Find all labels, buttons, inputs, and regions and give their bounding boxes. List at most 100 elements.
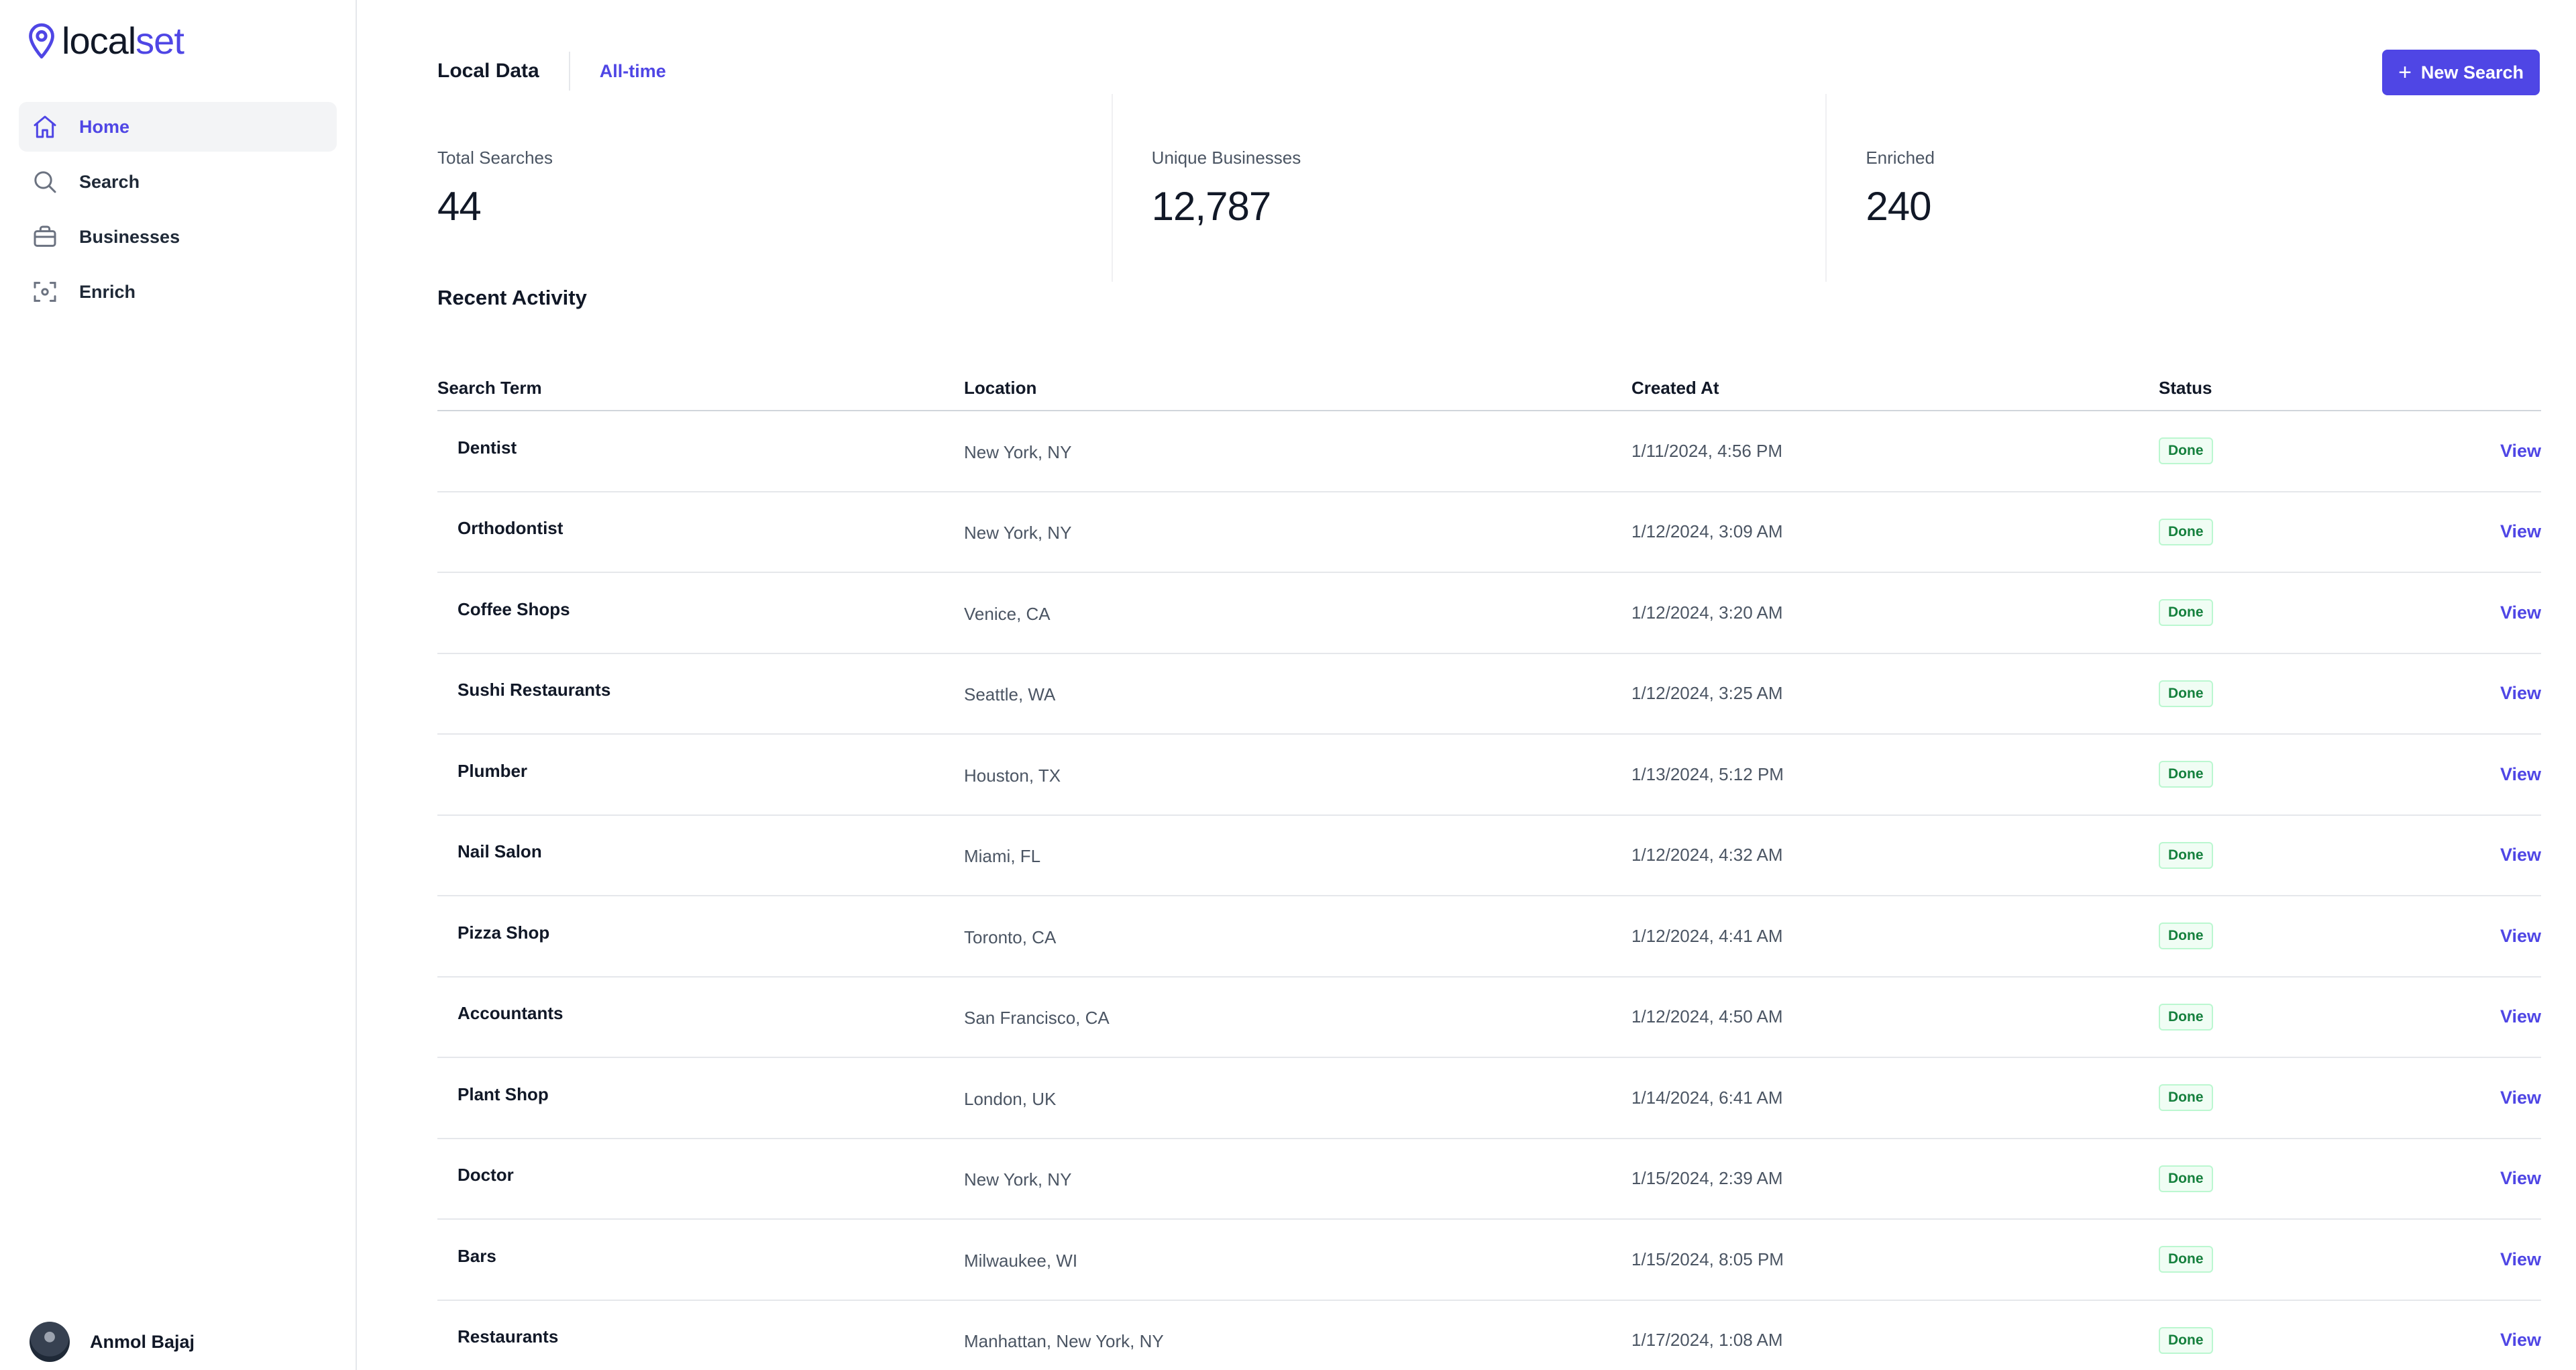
table-row[interactable]: Orthodontist New York, NY 1/12/2024, 3:09 …: [437, 492, 2541, 573]
table-row[interactable]: Plant Shop London, UK 1/14/2024, 6:41 AM Do…: [437, 1057, 2541, 1139]
view-link[interactable]: View: [2500, 441, 2541, 461]
cell-search-term: Plant Shop: [458, 1084, 549, 1104]
view-link[interactable]: View: [2500, 1088, 2541, 1108]
stat-value: 44: [437, 184, 482, 229]
cell-action: View: [2360, 977, 2541, 1058]
cell-status: Done: [2159, 1219, 2360, 1300]
sidebar: localset Home Search Businesses Enrich A…: [0, 0, 357, 1370]
cell-status: Done: [2159, 977, 2360, 1058]
cell-location: Miami, FL: [964, 846, 1041, 867]
sidebar-item-search[interactable]: Search: [19, 157, 337, 207]
cell-action: View: [2360, 815, 2541, 896]
cell-search-term: Sushi Restaurants: [458, 680, 611, 700]
column-header-created-at[interactable]: Created At: [1631, 366, 2159, 411]
cell-created-at: 1/12/2024, 3:09 AM: [1631, 521, 1783, 542]
table-row[interactable]: Nail Salon Miami, FL 1/12/2024, 4:32 AM Don…: [437, 815, 2541, 896]
cell-status: Done: [2159, 653, 2360, 735]
cell-location: Milwaukee, WI: [964, 1250, 1078, 1271]
page-title: Local Data: [437, 52, 570, 91]
brand-name-part2: set: [136, 19, 184, 62]
avatar: [30, 1322, 70, 1362]
table-row[interactable]: Doctor New York, NY 1/15/2024, 2:39 AM Done…: [437, 1139, 2541, 1220]
cell-search-term: Dentist: [458, 437, 517, 458]
cell-location: New York, NY: [964, 441, 1072, 462]
time-range-selector[interactable]: All-time: [600, 61, 666, 82]
sidebar-item-label: Businesses: [79, 226, 180, 247]
table-row[interactable]: Sushi Restaurants Seattle, WA 1/12/2024, 3…: [437, 653, 2541, 735]
cell-search-term: Plumber: [458, 760, 528, 781]
header: Local Data All-time + New Search: [437, 44, 2540, 98]
stat-label: Enriched: [1866, 148, 1935, 168]
logo[interactable]: localset: [27, 20, 337, 62]
view-link[interactable]: View: [2500, 1330, 2541, 1350]
new-search-label: New Search: [2420, 62, 2524, 83]
sidebar-item-enrich[interactable]: Enrich: [19, 267, 337, 317]
status-badge: Done: [2159, 599, 2213, 627]
cell-action: View: [2360, 734, 2541, 815]
cell-location: New York, NY: [964, 1169, 1072, 1190]
view-link[interactable]: View: [2500, 1006, 2541, 1026]
cell-status: Done: [2159, 815, 2360, 896]
status-badge: Done: [2159, 1165, 2213, 1192]
view-link[interactable]: View: [2500, 845, 2541, 865]
cell-search-term: Doctor: [458, 1165, 514, 1185]
column-header-status[interactable]: Status: [2159, 366, 2360, 411]
cell-status: Done: [2159, 411, 2360, 492]
cell-search-term: Accountants: [458, 1003, 564, 1024]
cell-created-at: 1/12/2024, 4:32 AM: [1631, 845, 1783, 865]
cell-location: London, UK: [964, 1088, 1057, 1109]
column-header-search-term[interactable]: Search Term: [437, 366, 964, 411]
column-header-location[interactable]: Location: [964, 366, 1631, 411]
user-profile[interactable]: Anmol Bajaj: [30, 1320, 195, 1363]
cell-search-term: Pizza Shop: [458, 922, 550, 943]
table-row[interactable]: Dentist New York, NY 1/11/2024, 4:56 PM Don…: [437, 411, 2541, 492]
briefcase-icon: [31, 223, 59, 251]
sidebar-item-home[interactable]: Home: [19, 102, 337, 152]
stat-value: 12,787: [1151, 184, 1272, 229]
table-row[interactable]: Pizza Shop Toronto, CA 1/12/2024, 4:41 AM D…: [437, 896, 2541, 977]
cell-created-at: 1/12/2024, 4:41 AM: [1631, 925, 1783, 946]
view-link[interactable]: View: [2500, 1168, 2541, 1188]
table-row[interactable]: Bars Milwaukee, WI 1/15/2024, 8:05 PM Done V…: [437, 1219, 2541, 1300]
cell-status: Done: [2159, 572, 2360, 653]
cell-action: View: [2360, 492, 2541, 573]
view-link[interactable]: View: [2500, 764, 2541, 784]
new-search-button[interactable]: + New Search: [2382, 50, 2540, 95]
cell-location: Venice, CA: [964, 603, 1051, 624]
cell-status: Done: [2159, 1139, 2360, 1220]
cell-location: Houston, TX: [964, 765, 1061, 786]
sidebar-item-label: Home: [79, 116, 130, 137]
view-link[interactable]: View: [2500, 602, 2541, 623]
cell-action: View: [2360, 572, 2541, 653]
status-badge: Done: [2159, 1246, 2213, 1273]
view-link[interactable]: View: [2500, 521, 2541, 541]
cell-created-at: 1/14/2024, 6:41 AM: [1631, 1087, 1783, 1108]
status-badge: Done: [2159, 761, 2213, 788]
table-row[interactable]: Coffee Shops Venice, CA 1/12/2024, 3:20 AM…: [437, 572, 2541, 653]
cell-action: View: [2360, 1057, 2541, 1139]
cell-action: View: [2360, 1300, 2541, 1370]
cell-created-at: 1/11/2024, 4:56 PM: [1631, 440, 1783, 461]
sidebar-item-label: Search: [79, 171, 140, 192]
cell-location: New York, NY: [964, 523, 1072, 543]
cell-action: View: [2360, 1219, 2541, 1300]
cell-search-term: Restaurants: [458, 1326, 559, 1347]
view-link[interactable]: View: [2500, 926, 2541, 946]
view-link[interactable]: View: [2500, 1249, 2541, 1269]
map-pin-icon: [29, 23, 54, 59]
sidebar-item-businesses[interactable]: Businesses: [19, 212, 337, 262]
sidebar-item-label: Enrich: [79, 281, 136, 302]
table-row[interactable]: Plumber Houston, TX 1/13/2024, 5:12 PM Done…: [437, 734, 2541, 815]
cell-status: Done: [2159, 492, 2360, 573]
table-row[interactable]: Restaurants Manhattan, New York, NY 1/17/2…: [437, 1300, 2541, 1370]
cell-status: Done: [2159, 1300, 2360, 1370]
cell-status: Done: [2159, 1057, 2360, 1139]
table-row[interactable]: Accountants San Francisco, CA 1/12/2024, 4…: [437, 977, 2541, 1058]
stat-value: 240: [1866, 184, 1931, 229]
main-content: Local Data All-time + New Search Total S…: [357, 0, 2576, 1370]
status-badge: Done: [2159, 518, 2213, 545]
table-header-row: Search Term Location Created At Status: [437, 366, 2541, 411]
view-link[interactable]: View: [2500, 683, 2541, 703]
status-badge: Done: [2159, 923, 2213, 950]
stat-total-searches: Total Searches 44: [437, 94, 1112, 282]
